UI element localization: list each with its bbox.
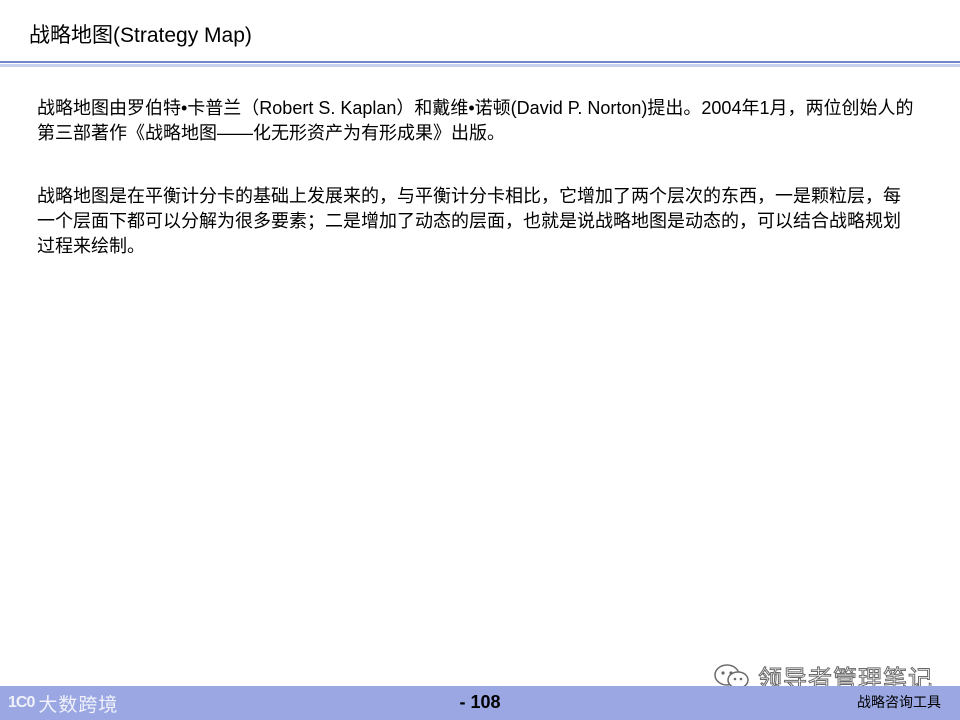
title-divider bbox=[0, 61, 960, 63]
footer-label: 战略咨询工具 bbox=[857, 694, 941, 710]
paragraph-definition: 战略地图是在平衡计分卡的基础上发展来的，与平衡计分卡相比，它增加了两个层次的东西… bbox=[37, 186, 901, 256]
page-number: - 108 bbox=[459, 692, 501, 712]
title-divider-shadow bbox=[0, 64, 960, 67]
body-text: 战略地图由罗伯特•卡普兰（Robert S. Kaplan）和戴维•诺顿(Dav… bbox=[37, 96, 917, 297]
slide-title: 战略地图(Strategy Map) bbox=[29, 24, 252, 47]
paragraph-origin: 战略地图由罗伯特•卡普兰（Robert S. Kaplan）和戴维•诺顿(Dav… bbox=[37, 98, 914, 143]
